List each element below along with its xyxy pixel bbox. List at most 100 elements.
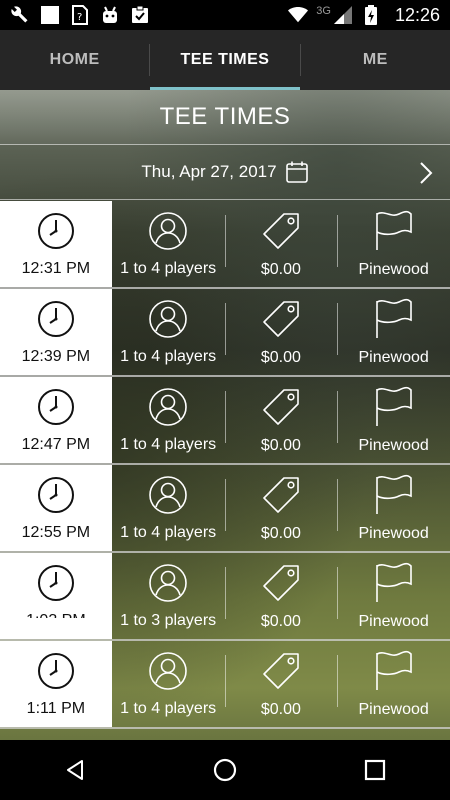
tee-time-row[interactable]: 1:11 PM 1 to 4 players $0.00 Pinewood	[0, 641, 450, 729]
home-circle-icon[interactable]	[205, 750, 245, 790]
tee-time-cell[interactable]: 12:55 PM	[0, 465, 112, 551]
price-label: $0.00	[260, 260, 301, 278]
back-icon[interactable]	[55, 750, 95, 790]
next-date-chevron-icon[interactable]	[416, 159, 436, 187]
flag-icon	[373, 474, 415, 521]
person-icon	[148, 299, 188, 344]
flag-icon	[373, 562, 415, 609]
price-cell: $0.00	[224, 289, 338, 375]
price-cell: $0.00	[224, 465, 338, 551]
clock-icon	[36, 563, 76, 608]
price-label: $0.00	[260, 524, 301, 542]
flag-icon	[373, 298, 415, 345]
calendar-icon[interactable]	[285, 160, 309, 184]
person-icon	[148, 563, 188, 608]
svg-text:?: ?	[77, 12, 82, 23]
date-selector[interactable]: Thu, Apr 27, 2017	[0, 144, 450, 200]
clock-icon	[36, 299, 76, 344]
tee-time-label: 12:47 PM	[21, 435, 91, 453]
price-cell: $0.00	[224, 641, 338, 727]
flag-icon	[373, 650, 415, 697]
price-label: $0.00	[260, 612, 301, 630]
tab-bar: HOME TEE TIMES ME	[0, 30, 450, 90]
players-label: 1 to 4 players	[120, 347, 217, 365]
price-tag-icon	[260, 298, 302, 345]
price-tag-icon	[260, 474, 302, 521]
price-tag-icon	[260, 562, 302, 609]
tee-time-label: 1:11 PM	[26, 699, 86, 717]
tee-time-cell[interactable]: 12:39 PM	[0, 289, 112, 375]
players-cell: 1 to 4 players	[112, 377, 225, 463]
course-cell: Pinewood	[337, 465, 450, 551]
tee-time-cell[interactable]: 1:11 PM	[0, 641, 112, 727]
square-icon	[40, 5, 60, 25]
players-label: 1 to 3 players	[120, 611, 217, 629]
tab-tee-times[interactable]: TEE TIMES	[150, 30, 300, 90]
tee-time-row[interactable]: 12:31 PM 1 to 4 players $0.00 Pinewood	[0, 201, 450, 289]
system-nav-bar	[0, 740, 450, 800]
flag-icon	[373, 386, 415, 433]
course-label: Pinewood	[358, 700, 429, 718]
clock-icon	[36, 211, 76, 256]
price-tag-icon	[260, 650, 302, 697]
person-icon	[148, 651, 188, 696]
tee-time-cell[interactable]: 12:31 PM	[0, 201, 112, 287]
android-icon	[100, 5, 120, 25]
tee-times-list: 12:31 PM 1 to 4 players $0.00 Pinewood 12:39…	[0, 201, 450, 729]
course-cell: Pinewood	[337, 553, 450, 639]
selected-date[interactable]: Thu, Apr 27, 2017	[141, 162, 276, 182]
price-label: $0.00	[260, 436, 301, 454]
price-cell: $0.00	[224, 553, 338, 639]
course-cell: Pinewood	[337, 289, 450, 375]
clock-icon	[36, 651, 76, 696]
players-label: 1 to 4 players	[120, 435, 217, 453]
tee-time-cell[interactable]: 12:47 PM	[0, 377, 112, 463]
next-row-peek	[0, 618, 112, 632]
tee-time-row[interactable]: 12:39 PM 1 to 4 players $0.00 Pinewood	[0, 289, 450, 377]
course-label: Pinewood	[358, 612, 429, 630]
flag-icon	[373, 210, 415, 257]
unknown-sim-icon: ?	[70, 5, 90, 25]
players-cell: 1 to 4 players	[112, 289, 225, 375]
page-title: TEE TIMES	[0, 90, 450, 144]
course-cell: Pinewood	[337, 377, 450, 463]
course-label: Pinewood	[358, 436, 429, 454]
price-label: $0.00	[260, 348, 301, 366]
players-cell: 1 to 4 players	[112, 201, 225, 287]
price-tag-icon	[260, 386, 302, 433]
course-cell: Pinewood	[337, 201, 450, 287]
tab-me[interactable]: ME	[301, 30, 450, 90]
network-type-label: 3G	[316, 4, 331, 17]
tee-time-row[interactable]: 12:55 PM 1 to 4 players $0.00 Pinewood	[0, 465, 450, 553]
battery-charging-icon	[361, 5, 381, 25]
wrench-icon	[10, 5, 30, 25]
signal-icon	[333, 5, 353, 25]
clipboard-check-icon	[130, 5, 150, 25]
players-cell: 1 to 4 players	[112, 465, 225, 551]
price-cell: $0.00	[224, 201, 338, 287]
players-cell: 1 to 4 players	[112, 641, 225, 727]
recents-square-icon[interactable]	[355, 750, 395, 790]
status-time: 12:26	[394, 4, 440, 25]
tab-home[interactable]: HOME	[0, 30, 149, 90]
tee-times-screen: TEE TIMES Thu, Apr 27, 2017 12:31 PM 1 to…	[0, 90, 450, 740]
person-icon	[148, 387, 188, 432]
tee-time-label: 12:31 PM	[21, 259, 91, 277]
status-bar: ? 3G 12:26	[0, 0, 450, 30]
players-label: 1 to 4 players	[120, 699, 217, 717]
course-label: Pinewood	[358, 348, 429, 366]
course-cell: Pinewood	[337, 641, 450, 727]
tee-time-label: 12:39 PM	[21, 347, 91, 365]
price-cell: $0.00	[224, 377, 338, 463]
tee-time-row[interactable]: 12:47 PM 1 to 4 players $0.00 Pinewood	[0, 377, 450, 465]
course-label: Pinewood	[358, 524, 429, 542]
course-label: Pinewood	[358, 260, 429, 278]
tee-time-label: 12:55 PM	[21, 523, 91, 541]
clock-icon	[36, 475, 76, 520]
price-label: $0.00	[260, 700, 301, 718]
clock-icon	[36, 387, 76, 432]
person-icon	[148, 475, 188, 520]
person-icon	[148, 211, 188, 256]
wifi-icon	[288, 5, 309, 25]
players-cell: 1 to 3 players	[112, 553, 225, 639]
